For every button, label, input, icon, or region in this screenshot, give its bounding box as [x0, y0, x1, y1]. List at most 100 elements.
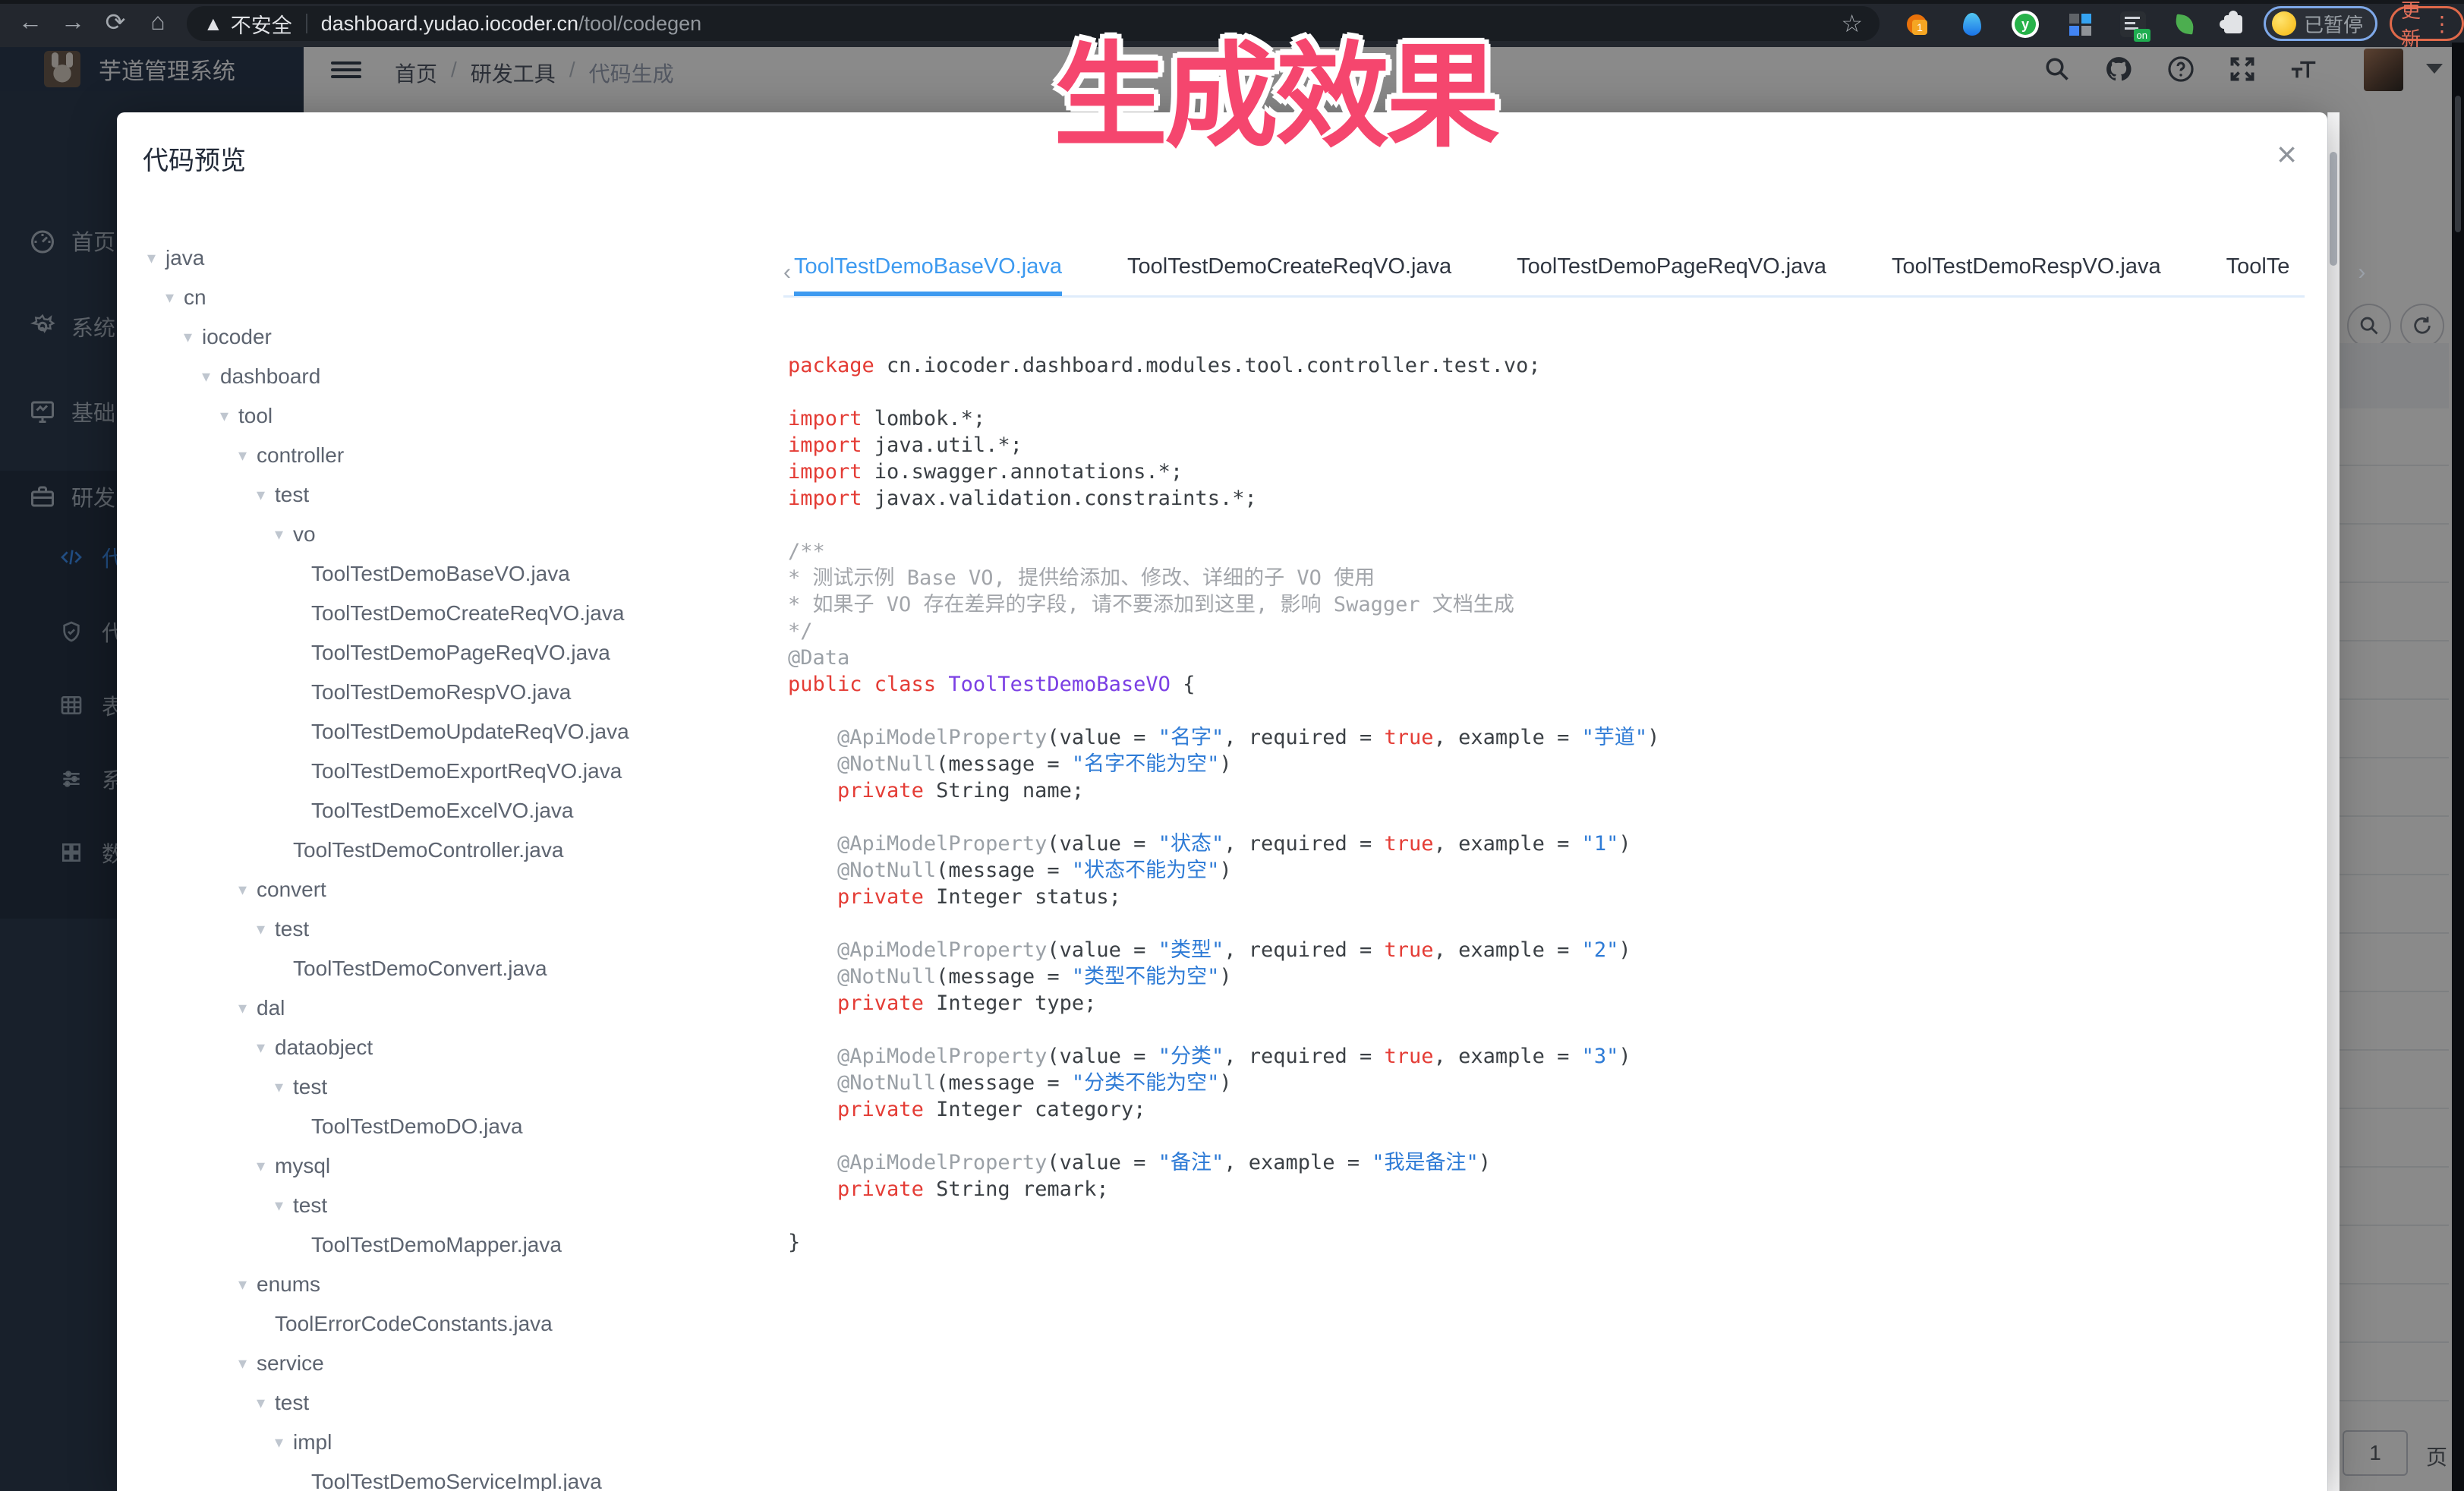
tree-folder-label: mysql [275, 1154, 330, 1178]
tree-caret-icon[interactable]: ▾ [238, 446, 247, 465]
extension-green-y-icon[interactable]: y [2010, 9, 2040, 39]
tree-row[interactable]: ▾enums [117, 1265, 770, 1304]
tree-row[interactable]: ▾service [117, 1344, 770, 1383]
tree-row[interactable]: ToolTestDemoServiceImpl.java [117, 1462, 770, 1491]
modal-close-icon[interactable]: × [2277, 137, 2297, 172]
file-tab[interactable]: ToolTestDemoBaseVO.java [794, 254, 1062, 296]
tree-row[interactable]: ▾ cn [117, 278, 770, 317]
tree-row[interactable]: ToolTestDemoRespVO.java [117, 673, 770, 712]
browser-profile-chip[interactable]: 已暂停 [2264, 6, 2377, 41]
bookmark-star-icon[interactable]: ☆ [1841, 9, 1863, 38]
tree-row[interactable]: ▾ test [117, 1383, 770, 1423]
tree-row[interactable]: ▾ dal [117, 988, 770, 1028]
tree-row[interactable]: ToolTestDemoDO.java [117, 1107, 770, 1146]
tree-row[interactable]: ToolTestDemoConvert.java [117, 949, 770, 988]
tree-caret-icon[interactable]: ▾ [238, 880, 247, 900]
tree-row[interactable]: ▾impl [117, 1423, 770, 1462]
tree-row[interactable]: ▾test [117, 909, 770, 949]
tree-caret-icon[interactable]: ▾ [257, 1038, 265, 1058]
tree-row[interactable]: ToolErrorCodeConstants.java [117, 1304, 770, 1344]
tree-caret-icon[interactable]: ▾ [238, 1275, 247, 1294]
code-line: } [788, 1229, 2297, 1256]
browser-home-button[interactable]: ⌂ [141, 8, 175, 36]
tree-row[interactable]: ▾ dataobject [117, 1028, 770, 1067]
tree-folder-label: dashboard [220, 364, 320, 389]
tree-row[interactable]: ToolTestDemoCreateReqVO.java [117, 594, 770, 633]
browser-forward-button[interactable]: → [56, 8, 90, 36]
extension-drop-icon[interactable] [1957, 9, 1987, 39]
tree-caret-icon[interactable]: ▾ [147, 248, 156, 268]
tree-row[interactable]: ToolTestDemoBaseVO.java [117, 554, 770, 594]
file-tab[interactable]: ToolTe [2226, 254, 2290, 296]
tree-row[interactable]: ▾test [117, 475, 770, 515]
code-line [788, 512, 2297, 538]
tree-file-label: ToolTestDemoController.java [293, 838, 563, 862]
page-scrollbar-thumb[interactable] [2330, 152, 2337, 266]
extension-grid-icon[interactable] [2065, 9, 2095, 39]
tree-caret-icon[interactable]: ▾ [257, 1156, 265, 1176]
tree-row[interactable]: ▾test [117, 1186, 770, 1225]
tree-folder-label: test [275, 1391, 309, 1415]
file-tab[interactable]: ToolTestDemoRespVO.java [1892, 254, 2161, 296]
tree-row[interactable]: ▾java [117, 238, 770, 278]
tree-folder-label: cn [184, 285, 206, 310]
tree-row[interactable]: ToolTestDemoUpdateReqVO.java [117, 712, 770, 752]
browser-menu-icon[interactable]: ⋮ [2431, 11, 2453, 36]
tree-caret-icon[interactable]: ▾ [257, 1393, 265, 1413]
tree-caret-icon[interactable]: ▾ [275, 1077, 283, 1097]
tree-row[interactable]: ToolTestDemoPageReqVO.java [117, 633, 770, 673]
tree-file-label: ToolTestDemoPageReqVO.java [311, 641, 610, 665]
code-line: * 测试示例 Base VO, 提供给添加、修改、详细的子 VO 使用 [788, 565, 2297, 591]
browser-reload-button[interactable]: ⟳ [99, 8, 132, 36]
extension-tabs-on-icon[interactable]: on [2118, 9, 2148, 39]
tree-row[interactable]: ▾test [117, 1067, 770, 1107]
tree-caret-icon[interactable]: ▾ [275, 1433, 283, 1452]
tree-caret-icon[interactable]: ▾ [202, 367, 210, 386]
tree-file-label: ToolTestDemoCreateReqVO.java [311, 601, 624, 626]
tree-folder-label: dal [257, 996, 285, 1020]
tree-row[interactable]: ▾vo [117, 515, 770, 554]
tree-caret-icon[interactable]: ▾ [238, 998, 247, 1018]
tree-row[interactable]: ▾ mysql [117, 1146, 770, 1186]
tree-caret-icon[interactable]: ▾ [238, 1354, 247, 1373]
address-divider [306, 14, 307, 33]
tabs-scroll-left-icon[interactable]: ‹ [783, 260, 794, 296]
tree-caret-icon[interactable]: ▾ [165, 288, 174, 307]
tree-folder-label: dataobject [275, 1036, 373, 1060]
tree-caret-icon[interactable]: ▾ [220, 406, 228, 426]
code-viewer[interactable]: package cn.iocoder.dashboard.modules.too… [788, 352, 2297, 1256]
tree-file-label: ToolTestDemoRespVO.java [311, 680, 571, 705]
tree-caret-icon[interactable]: ▾ [275, 525, 283, 544]
tree-row[interactable]: ▾controller [117, 436, 770, 475]
page-scrollbar[interactable] [2327, 112, 2340, 1491]
extension-ubuntu-icon[interactable]: 1 [1902, 9, 1932, 39]
tree-caret-icon[interactable]: ▾ [184, 327, 192, 347]
tree-caret-icon[interactable]: ▾ [257, 485, 265, 505]
tree-folder-label: tool [238, 404, 273, 428]
file-tabs-bar: ‹ ToolTestDemoBaseVO.java ToolTestDemoCre… [783, 249, 2308, 296]
file-tab[interactable]: ToolTestDemoCreateReqVO.java [1127, 254, 1451, 296]
tree-caret-icon[interactable]: ▾ [257, 919, 265, 939]
file-tab[interactable]: ToolTestDemoPageReqVO.java [1517, 254, 1826, 296]
tree-row[interactable]: ToolTestDemoController.java [117, 831, 770, 870]
url-path: /tool/codegen [578, 12, 701, 36]
tree-row[interactable]: ToolTestDemoExportReqVO.java [117, 752, 770, 791]
browser-back-button[interactable]: ← [14, 8, 47, 36]
tree-row[interactable]: ▾ tool [117, 396, 770, 436]
code-line: */ [788, 618, 2297, 645]
tree-caret-icon[interactable]: ▾ [275, 1196, 283, 1215]
tree-row[interactable]: ToolTestDemoMapper.java [117, 1225, 770, 1265]
browser-toolbar: ← → ⟳ ⌂ ▲ 不安全 dashboard.yudao.iocoder.cn… [0, 0, 2464, 47]
tree-row[interactable]: ToolTestDemoExcelVO.java [117, 791, 770, 831]
extension-leaf-icon[interactable] [2169, 9, 2200, 39]
extension-puzzle-icon[interactable] [2218, 9, 2248, 39]
code-line: @ApiModelProperty(value = "状态", required… [788, 831, 2297, 857]
profile-avatar [2272, 11, 2296, 36]
tabs-scroll-right-icon[interactable]: › [2355, 260, 2365, 296]
tree-row[interactable]: ▾convert [117, 870, 770, 909]
tree-row[interactable]: ▾iocoder [117, 317, 770, 357]
browser-update-button[interactable]: 更新 ⋮ [2390, 6, 2464, 41]
tree-row[interactable]: ▾ dashboard [117, 357, 770, 396]
code-line: import javax.validation.constraints.*; [788, 485, 2297, 512]
address-bar[interactable]: ▲ 不安全 dashboard.yudao.iocoder.cn /tool/c… [187, 6, 1880, 41]
